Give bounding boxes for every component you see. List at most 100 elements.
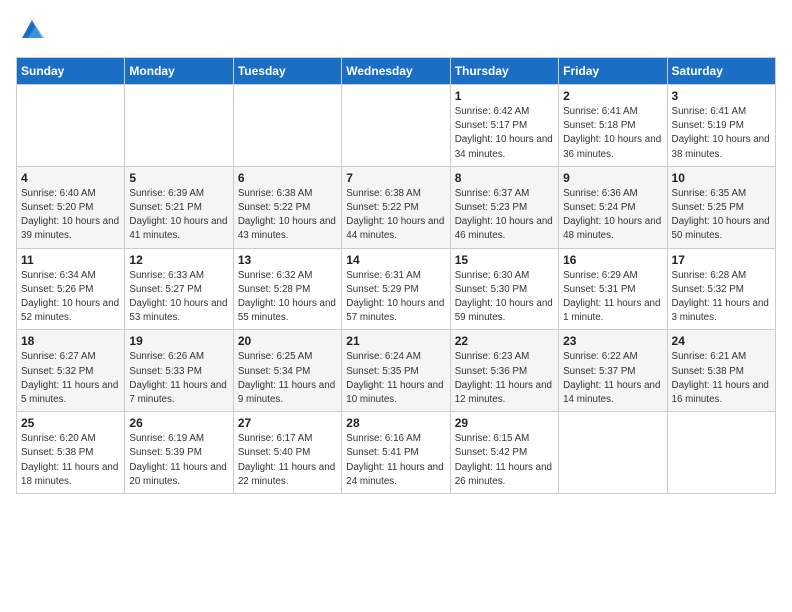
calendar-cell: 12 Sunrise: 6:33 AMSunset: 5:27 PMDayligh…	[125, 248, 233, 330]
calendar-cell: 3 Sunrise: 6:41 AMSunset: 5:19 PMDaylight…	[667, 85, 775, 167]
day-number: 8	[455, 171, 554, 185]
day-number: 11	[21, 253, 120, 267]
day-info: Sunrise: 6:41 AMSunset: 5:18 PMDaylight:…	[563, 105, 662, 162]
day-number: 20	[238, 334, 337, 348]
day-number: 5	[129, 171, 228, 185]
calendar-cell: 11 Sunrise: 6:34 AMSunset: 5:26 PMDayligh…	[17, 248, 125, 330]
column-header-wednesday: Wednesday	[342, 58, 450, 85]
day-number: 2	[563, 89, 662, 103]
calendar-week-3: 11 Sunrise: 6:34 AMSunset: 5:26 PMDayligh…	[17, 248, 776, 330]
calendar-week-2: 4Sunrise: 6:40 AMSunset: 5:20 PMDaylight…	[17, 166, 776, 248]
calendar-cell: 8Sunrise: 6:37 AMSunset: 5:23 PMDaylight…	[450, 166, 558, 248]
day-info: Sunrise: 6:20 AMSunset: 5:38 PMDaylight:…	[21, 432, 120, 489]
calendar-table: SundayMondayTuesdayWednesdayThursdayFrid…	[16, 57, 776, 494]
day-number: 26	[129, 416, 228, 430]
day-number: 15	[455, 253, 554, 267]
calendar-cell: 10Sunrise: 6:35 AMSunset: 5:25 PMDayligh…	[667, 166, 775, 248]
calendar-cell: 14 Sunrise: 6:31 AMSunset: 5:29 PMDayligh…	[342, 248, 450, 330]
day-info: Sunrise: 6:31 AMSunset: 5:29 PMDaylight:…	[346, 269, 445, 326]
day-info: Sunrise: 6:21 AMSunset: 5:38 PMDaylight:…	[672, 350, 771, 407]
calendar-cell: 13 Sunrise: 6:32 AMSunset: 5:28 PMDayligh…	[233, 248, 341, 330]
calendar-cell	[559, 412, 667, 494]
calendar-cell: 23 Sunrise: 6:22 AMSunset: 5:37 PMDayligh…	[559, 330, 667, 412]
day-info: Sunrise: 6:32 AMSunset: 5:28 PMDaylight:…	[238, 269, 337, 326]
day-info: Sunrise: 6:19 AMSunset: 5:39 PMDaylight:…	[129, 432, 228, 489]
calendar-week-1: 1 Sunrise: 6:42 AMSunset: 5:17 PMDaylight…	[17, 85, 776, 167]
day-info: Sunrise: 6:34 AMSunset: 5:26 PMDaylight:…	[21, 269, 120, 326]
column-header-saturday: Saturday	[667, 58, 775, 85]
day-number: 6	[238, 171, 337, 185]
calendar-cell: 28 Sunrise: 6:16 AMSunset: 5:41 PMDayligh…	[342, 412, 450, 494]
calendar-cell	[125, 85, 233, 167]
day-info: Sunrise: 6:33 AMSunset: 5:27 PMDaylight:…	[129, 269, 228, 326]
logo-icon	[18, 16, 46, 44]
day-info: Sunrise: 6:23 AMSunset: 5:36 PMDaylight:…	[455, 350, 554, 407]
day-number: 18	[21, 334, 120, 348]
day-info: Sunrise: 6:38 AMSunset: 5:22 PMDaylight:…	[346, 187, 445, 244]
day-number: 12	[129, 253, 228, 267]
calendar-cell: 9 Sunrise: 6:36 AMSunset: 5:24 PMDaylight…	[559, 166, 667, 248]
day-number: 21	[346, 334, 445, 348]
calendar-cell: 27Sunrise: 6:17 AMSunset: 5:40 PMDayligh…	[233, 412, 341, 494]
day-info: Sunrise: 6:30 AMSunset: 5:30 PMDaylight:…	[455, 269, 554, 326]
day-number: 23	[563, 334, 662, 348]
day-info: Sunrise: 6:26 AMSunset: 5:33 PMDaylight:…	[129, 350, 228, 407]
day-info: Sunrise: 6:35 AMSunset: 5:25 PMDaylight:…	[672, 187, 771, 244]
calendar-cell: 19 Sunrise: 6:26 AMSunset: 5:33 PMDayligh…	[125, 330, 233, 412]
day-info: Sunrise: 6:36 AMSunset: 5:24 PMDaylight:…	[563, 187, 662, 244]
day-number: 9	[563, 171, 662, 185]
day-info: Sunrise: 6:41 AMSunset: 5:19 PMDaylight:…	[672, 105, 771, 162]
day-info: Sunrise: 6:15 AMSunset: 5:42 PMDaylight:…	[455, 432, 554, 489]
day-number: 24	[672, 334, 771, 348]
calendar-cell: 20 Sunrise: 6:25 AMSunset: 5:34 PMDayligh…	[233, 330, 341, 412]
day-number: 19	[129, 334, 228, 348]
day-number: 13	[238, 253, 337, 267]
day-number: 3	[672, 89, 771, 103]
calendar-cell: 16Sunrise: 6:29 AMSunset: 5:31 PMDayligh…	[559, 248, 667, 330]
page-header	[16, 16, 776, 49]
day-info: Sunrise: 6:38 AMSunset: 5:22 PMDaylight:…	[238, 187, 337, 244]
calendar-cell: 15 Sunrise: 6:30 AMSunset: 5:30 PMDayligh…	[450, 248, 558, 330]
calendar-cell	[342, 85, 450, 167]
day-number: 28	[346, 416, 445, 430]
column-header-thursday: Thursday	[450, 58, 558, 85]
day-number: 7	[346, 171, 445, 185]
calendar-cell: 18 Sunrise: 6:27 AMSunset: 5:32 PMDayligh…	[17, 330, 125, 412]
calendar-cell: 2 Sunrise: 6:41 AMSunset: 5:18 PMDaylight…	[559, 85, 667, 167]
day-info: Sunrise: 6:28 AMSunset: 5:32 PMDaylight:…	[672, 269, 771, 326]
calendar-week-4: 18 Sunrise: 6:27 AMSunset: 5:32 PMDayligh…	[17, 330, 776, 412]
calendar-cell: 22 Sunrise: 6:23 AMSunset: 5:36 PMDayligh…	[450, 330, 558, 412]
calendar-cell: 4Sunrise: 6:40 AMSunset: 5:20 PMDaylight…	[17, 166, 125, 248]
calendar-cell: 24 Sunrise: 6:21 AMSunset: 5:38 PMDayligh…	[667, 330, 775, 412]
calendar-cell: 6 Sunrise: 6:38 AMSunset: 5:22 PMDaylight…	[233, 166, 341, 248]
calendar-cell: 21 Sunrise: 6:24 AMSunset: 5:35 PMDayligh…	[342, 330, 450, 412]
day-info: Sunrise: 6:17 AMSunset: 5:40 PMDaylight:…	[238, 432, 337, 489]
day-info: Sunrise: 6:25 AMSunset: 5:34 PMDaylight:…	[238, 350, 337, 407]
column-header-tuesday: Tuesday	[233, 58, 341, 85]
calendar-cell	[17, 85, 125, 167]
column-header-monday: Monday	[125, 58, 233, 85]
day-number: 29	[455, 416, 554, 430]
day-info: Sunrise: 6:16 AMSunset: 5:41 PMDaylight:…	[346, 432, 445, 489]
calendar-cell	[233, 85, 341, 167]
day-info: Sunrise: 6:42 AMSunset: 5:17 PMDaylight:…	[455, 105, 554, 162]
day-info: Sunrise: 6:39 AMSunset: 5:21 PMDaylight:…	[129, 187, 228, 244]
day-number: 16	[563, 253, 662, 267]
day-info: Sunrise: 6:24 AMSunset: 5:35 PMDaylight:…	[346, 350, 445, 407]
calendar-cell: 26 Sunrise: 6:19 AMSunset: 5:39 PMDayligh…	[125, 412, 233, 494]
day-number: 25	[21, 416, 120, 430]
calendar-cell: 7 Sunrise: 6:38 AMSunset: 5:22 PMDaylight…	[342, 166, 450, 248]
day-number: 17	[672, 253, 771, 267]
day-number: 1	[455, 89, 554, 103]
day-info: Sunrise: 6:22 AMSunset: 5:37 PMDaylight:…	[563, 350, 662, 407]
calendar-cell: 17 Sunrise: 6:28 AMSunset: 5:32 PMDayligh…	[667, 248, 775, 330]
day-info: Sunrise: 6:40 AMSunset: 5:20 PMDaylight:…	[21, 187, 120, 244]
day-number: 22	[455, 334, 554, 348]
column-header-sunday: Sunday	[17, 58, 125, 85]
calendar-header-row: SundayMondayTuesdayWednesdayThursdayFrid…	[17, 58, 776, 85]
logo-text	[16, 16, 46, 49]
calendar-week-5: 25 Sunrise: 6:20 AMSunset: 5:38 PMDayligh…	[17, 412, 776, 494]
calendar-cell: 1 Sunrise: 6:42 AMSunset: 5:17 PMDaylight…	[450, 85, 558, 167]
day-info: Sunrise: 6:27 AMSunset: 5:32 PMDaylight:…	[21, 350, 120, 407]
day-number: 14	[346, 253, 445, 267]
